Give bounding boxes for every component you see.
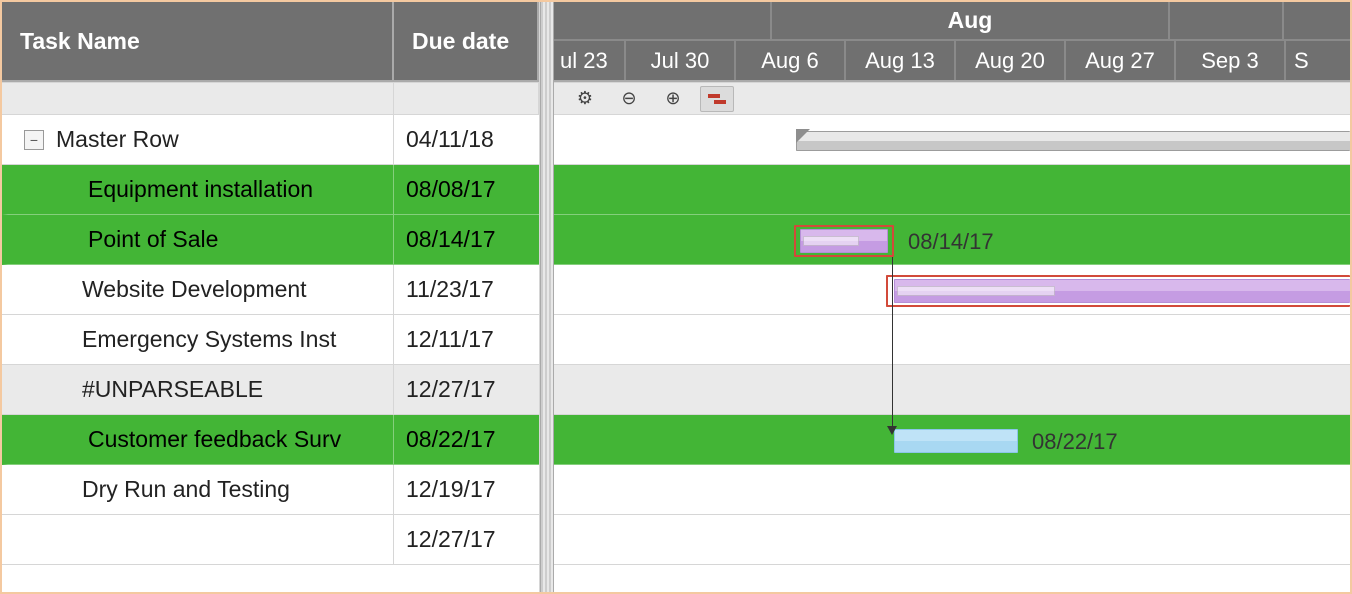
chart-row[interactable] xyxy=(554,265,1350,315)
timeline-week-cell[interactable]: Aug 20 xyxy=(956,41,1066,80)
task-name: Dry Run and Testing xyxy=(24,476,290,503)
task-row[interactable]: − Master Row 04/11/18 xyxy=(2,115,539,165)
task-name: Customer feedback Surv xyxy=(30,426,341,453)
task-cell[interactable]: Emergency Systems Inst xyxy=(2,315,394,365)
right-panel: Aug ul 23 Jul 30 Aug 6 Aug 13 Aug 20 Aug… xyxy=(554,2,1350,592)
chart-row[interactable] xyxy=(554,365,1350,415)
task-cell[interactable]: Customer feedback Surv xyxy=(2,415,394,465)
task-cell[interactable]: Equipment installation xyxy=(2,165,394,215)
col-header-task[interactable]: Task Name xyxy=(2,2,394,82)
timeline-week-cell[interactable]: Jul 30 xyxy=(626,41,736,80)
chart-row[interactable] xyxy=(554,515,1350,565)
task-bar[interactable] xyxy=(894,279,1350,303)
left-body: − Master Row 04/11/18 Equipment installa… xyxy=(2,82,539,592)
due-cell[interactable]: 12/27/17 xyxy=(394,365,539,415)
task-cell[interactable]: Dry Run and Testing xyxy=(2,465,394,515)
task-bar[interactable] xyxy=(800,229,888,253)
due-cell[interactable]: 12/19/17 xyxy=(394,465,539,515)
chart-area[interactable]: 08/14/17 08/22/17 xyxy=(554,115,1350,565)
timeline-month-cell[interactable] xyxy=(1284,2,1350,39)
progress-bar xyxy=(897,286,1055,296)
chart-toolbar: ⚙ ⊖ ⊕ xyxy=(554,82,1350,115)
settings-button[interactable]: ⚙ xyxy=(568,86,602,112)
dependency-line xyxy=(892,257,893,428)
due-cell[interactable]: 08/22/17 xyxy=(394,415,539,465)
timeline-month-cell[interactable] xyxy=(554,2,772,39)
due-cell[interactable]: 12/11/17 xyxy=(394,315,539,365)
splitter-handle[interactable] xyxy=(540,2,554,592)
chart-row[interactable] xyxy=(554,315,1350,365)
task-name: Point of Sale xyxy=(30,226,218,253)
timeline-week-cell[interactable]: ul 23 xyxy=(554,41,626,80)
task-row[interactable]: Equipment installation 08/08/17 xyxy=(2,165,539,215)
due-cell[interactable]: 11/23/17 xyxy=(394,265,539,315)
chart-row[interactable] xyxy=(554,465,1350,515)
task-row[interactable]: Customer feedback Surv 08/22/17 xyxy=(2,415,539,465)
task-cell[interactable]: #UNPARSEABLE xyxy=(2,365,394,415)
gear-icon: ⚙ xyxy=(577,88,593,109)
due-cell[interactable]: 12/27/17 xyxy=(394,515,539,565)
timeline-week-cell[interactable]: Aug 6 xyxy=(736,41,846,80)
task-name: Equipment installation xyxy=(30,176,313,203)
task-row[interactable]: #UNPARSEABLE 12/27/17 xyxy=(2,365,539,415)
task-bar[interactable] xyxy=(894,429,1018,453)
task-cell[interactable] xyxy=(2,515,394,565)
chart-row[interactable]: 08/22/17 xyxy=(554,415,1350,465)
zoom-out-button[interactable]: ⊖ xyxy=(612,86,646,112)
bar-date-label: 08/22/17 xyxy=(1032,429,1118,455)
task-cell[interactable]: Point of Sale xyxy=(2,215,394,265)
task-name: #UNPARSEABLE xyxy=(24,376,263,403)
critical-path-button[interactable] xyxy=(700,86,734,112)
zoom-in-icon: ⊕ xyxy=(665,88,680,109)
task-row[interactable]: Dry Run and Testing 12/19/17 xyxy=(2,465,539,515)
chart-row[interactable] xyxy=(554,165,1350,215)
task-row[interactable]: Emergency Systems Inst 12/11/17 xyxy=(2,315,539,365)
bar-date-label: 08/14/17 xyxy=(908,229,994,255)
task-name: Master Row xyxy=(56,126,179,153)
timeline-week-cell[interactable]: Sep 3 xyxy=(1176,41,1286,80)
left-panel: Task Name Due date − Master Row 04/11/18… xyxy=(2,2,540,592)
col-header-due[interactable]: Due date xyxy=(394,2,539,82)
task-name: Website Development xyxy=(24,276,307,303)
left-header: Task Name Due date xyxy=(2,2,539,82)
dependency-arrow-icon xyxy=(887,426,897,435)
due-cell[interactable]: 04/11/18 xyxy=(394,115,539,165)
zoom-out-icon: ⊖ xyxy=(621,88,636,109)
task-name: Emergency Systems Inst xyxy=(24,326,336,353)
task-row[interactable]: 12/27/17 xyxy=(2,515,539,565)
summary-bar[interactable] xyxy=(796,131,1350,151)
right-body: ⚙ ⊖ ⊕ xyxy=(554,82,1350,592)
left-toolbar-spacer xyxy=(2,82,539,115)
task-cell[interactable]: − Master Row xyxy=(2,115,394,165)
timeline-month-cell[interactable] xyxy=(1170,2,1284,39)
due-cell[interactable]: 08/14/17 xyxy=(394,215,539,265)
progress-bar xyxy=(803,236,859,246)
timeline-week-row: ul 23 Jul 30 Aug 6 Aug 13 Aug 20 Aug 27 … xyxy=(554,41,1350,80)
due-cell[interactable]: 08/08/17 xyxy=(394,165,539,215)
zoom-in-button[interactable]: ⊕ xyxy=(656,86,690,112)
timeline-week-cell[interactable]: Aug 27 xyxy=(1066,41,1176,80)
timeline-month-row: Aug xyxy=(554,2,1350,41)
gantt-container: Task Name Due date − Master Row 04/11/18… xyxy=(0,0,1352,594)
critical-path-icon xyxy=(708,92,726,106)
timeline-week-cell[interactable]: S xyxy=(1286,41,1350,80)
task-cell[interactable]: Website Development xyxy=(2,265,394,315)
chart-row[interactable] xyxy=(554,115,1350,165)
timeline-header: Aug ul 23 Jul 30 Aug 6 Aug 13 Aug 20 Aug… xyxy=(554,2,1350,82)
chart-row[interactable]: 08/14/17 xyxy=(554,215,1350,265)
task-row[interactable]: Website Development 11/23/17 xyxy=(2,265,539,315)
task-row[interactable]: Point of Sale 08/14/17 xyxy=(2,215,539,265)
timeline-month-cell[interactable]: Aug xyxy=(772,2,1170,39)
timeline-week-cell[interactable]: Aug 13 xyxy=(846,41,956,80)
collapse-icon[interactable]: − xyxy=(24,130,44,150)
